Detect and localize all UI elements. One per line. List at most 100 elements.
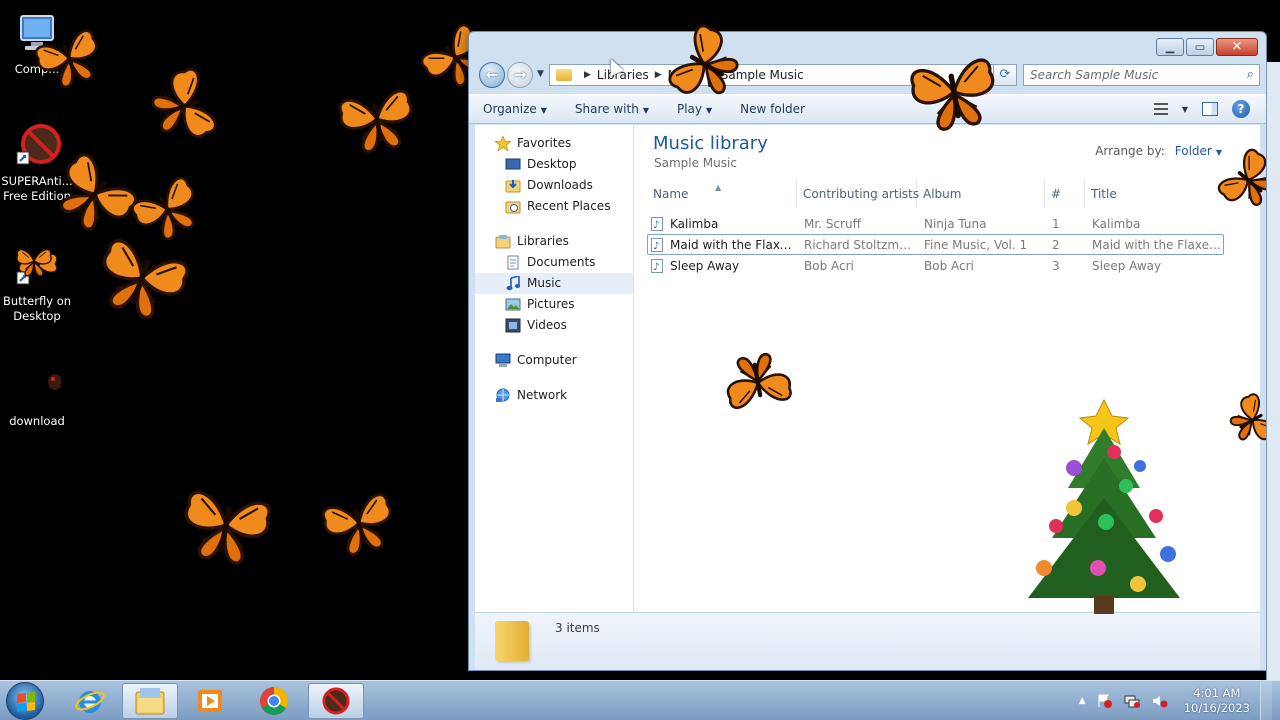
help-icon[interactable]: ? xyxy=(1232,100,1250,118)
file-album: Fine Music, Vol. 1 xyxy=(924,238,1028,252)
downloads-icon xyxy=(505,178,521,193)
nav-item-recent-places[interactable]: Recent Places xyxy=(475,196,633,217)
taskbar-windows-explorer[interactable] xyxy=(122,683,178,719)
butterfly-decoration xyxy=(336,88,419,157)
nav-network[interactable]: Network xyxy=(475,385,633,406)
network-icon xyxy=(495,388,511,403)
share-with-button[interactable]: Share with ▼ xyxy=(561,102,663,116)
navigation-pane[interactable]: Favorites Desktop Downloads Recent Place… xyxy=(475,125,634,612)
file-rows: Kalimba Mr. Scruff Ninja Tuna 1 Kalimba … xyxy=(647,213,1224,276)
audio-file-icon xyxy=(651,257,663,275)
details-pane: 3 items xyxy=(475,612,1260,670)
file-track-number: 1 xyxy=(1052,217,1060,231)
organize-button[interactable]: Organize ▼ xyxy=(469,102,561,116)
flag-alert-icon[interactable] xyxy=(1096,694,1112,708)
minimize-button[interactable]: ▁ xyxy=(1156,38,1184,56)
documents-icon xyxy=(505,255,521,270)
nav-favorites-label: Favorites xyxy=(517,136,572,150)
background-window-edge[interactable] xyxy=(1266,62,1280,682)
library-title: Music library xyxy=(653,133,768,154)
nav-item-label: Downloads xyxy=(527,178,593,192)
nav-item-label: Videos xyxy=(527,318,567,332)
arrange-by-label: Arrange by: xyxy=(1095,144,1165,158)
nav-libraries-label: Libraries xyxy=(517,234,569,248)
nav-libraries[interactable]: Libraries xyxy=(475,231,633,252)
volume-icon[interactable] xyxy=(1152,694,1168,708)
show-desktop-button[interactable] xyxy=(1260,681,1272,720)
view-options-dropdown-icon[interactable]: ▼ xyxy=(1182,105,1188,114)
nav-item-desktop[interactable]: Desktop xyxy=(475,154,633,175)
nav-item-documents[interactable]: Documents xyxy=(475,252,633,273)
nav-item-pictures[interactable]: Pictures xyxy=(475,294,633,315)
library-subtitle: Sample Music xyxy=(654,156,737,170)
dropdown-arrow-icon: ▼ xyxy=(540,106,547,115)
forward-button[interactable]: → xyxy=(507,62,533,88)
nav-item-label: Recent Places xyxy=(527,199,611,213)
column-header-contributing-artists[interactable]: Contributing artists xyxy=(797,180,919,208)
taskbar-chrome[interactable] xyxy=(246,683,302,719)
nav-computer[interactable]: Computer xyxy=(475,350,633,371)
file-row[interactable]: Maid with the Flaxe... Richard Stoltzman… xyxy=(647,234,1224,255)
nav-item-downloads[interactable]: Downloads xyxy=(475,175,633,196)
windows-logo-icon xyxy=(17,692,35,712)
sort-ascending-icon: ▲ xyxy=(715,183,722,192)
nav-item-music[interactable]: Music xyxy=(475,273,633,294)
back-arrow-icon: ← xyxy=(485,65,499,84)
maximize-button[interactable]: ▭ xyxy=(1186,38,1214,56)
dropdown-arrow-icon: ▼ xyxy=(642,106,649,115)
file-row[interactable]: Kalimba Mr. Scruff Ninja Tuna 1 Kalimba xyxy=(647,213,1224,234)
recent-pages-dropdown[interactable]: ▼ xyxy=(537,69,544,79)
network-icon[interactable] xyxy=(1124,694,1140,708)
internet-explorer-icon xyxy=(75,691,105,713)
audio-file-icon xyxy=(651,236,663,254)
pictures-icon xyxy=(505,297,521,312)
address-row: ← → ▼ ▶ Libraries ▶ Music ▶ Sample Music… xyxy=(477,62,1260,88)
title-bar[interactable]: ▁ ▭ ✕ xyxy=(469,32,1266,62)
computer-icon xyxy=(495,353,511,368)
chevron-right-icon[interactable]: ▶ xyxy=(584,70,591,80)
nav-favorites[interactable]: Favorites xyxy=(475,133,633,154)
taskbar-superantispyware[interactable] xyxy=(308,683,364,719)
show-hidden-icons-button[interactable]: ▲ xyxy=(1079,696,1086,706)
desktop-icon-download[interactable]: download xyxy=(0,362,74,429)
new-folder-button[interactable]: New folder xyxy=(726,102,819,116)
file-row[interactable]: Sleep Away Bob Acri Bob Acri 3 Sleep Awa… xyxy=(647,255,1224,276)
clock[interactable]: 4:01 AM 10/16/2023 xyxy=(1184,686,1250,716)
close-icon: ✕ xyxy=(1231,39,1243,55)
back-button[interactable]: ← xyxy=(479,62,505,88)
taskbar: ▲ 4:01 AM 10/16/2023 xyxy=(0,680,1280,720)
minimize-icon: ▁ xyxy=(1165,40,1175,54)
file-title: Kalimba xyxy=(1092,217,1141,231)
search-input[interactable]: Search Sample Music ⌕ xyxy=(1023,64,1260,86)
column-header-name[interactable]: ▲ Name xyxy=(647,180,797,208)
audio-file-icon xyxy=(651,215,663,233)
desktop-icon-label: download xyxy=(9,414,65,428)
windows-explorer-icon xyxy=(135,688,165,715)
preview-pane-icon[interactable] xyxy=(1202,102,1218,116)
nav-item-label: Music xyxy=(527,276,562,290)
butterfly-decoration xyxy=(144,65,219,149)
nav-item-label: Pictures xyxy=(527,297,575,311)
start-button[interactable] xyxy=(6,682,44,720)
taskbar-media-player[interactable] xyxy=(182,683,238,719)
organize-label: Organize xyxy=(483,102,537,116)
nav-network-label: Network xyxy=(517,388,568,402)
file-album: Ninja Tuna xyxy=(924,217,987,231)
butterfly-decoration xyxy=(319,491,400,561)
file-artist: Mr. Scruff xyxy=(804,217,861,231)
command-bar: Organize ▼ Share with ▼ Play ▼ New folder ▼… xyxy=(469,94,1266,124)
clock-time: 4:01 AM xyxy=(1193,686,1241,700)
column-header-number[interactable]: # xyxy=(1045,180,1085,208)
file-artist: Richard Stoltzman... xyxy=(804,238,918,252)
column-header-label: Name xyxy=(653,187,689,201)
file-track-number: 2 xyxy=(1052,238,1060,252)
column-header-album[interactable]: Album xyxy=(917,180,1045,208)
search-icon[interactable]: ⌕ xyxy=(1247,65,1254,85)
recent-places-icon xyxy=(505,199,521,214)
nav-computer-label: Computer xyxy=(517,353,577,367)
taskbar-internet-explorer[interactable] xyxy=(62,683,118,719)
nav-item-videos[interactable]: Videos xyxy=(475,315,633,336)
change-view-icon[interactable] xyxy=(1153,103,1168,115)
close-button[interactable]: ✕ xyxy=(1216,38,1258,56)
media-player-icon xyxy=(198,690,222,712)
